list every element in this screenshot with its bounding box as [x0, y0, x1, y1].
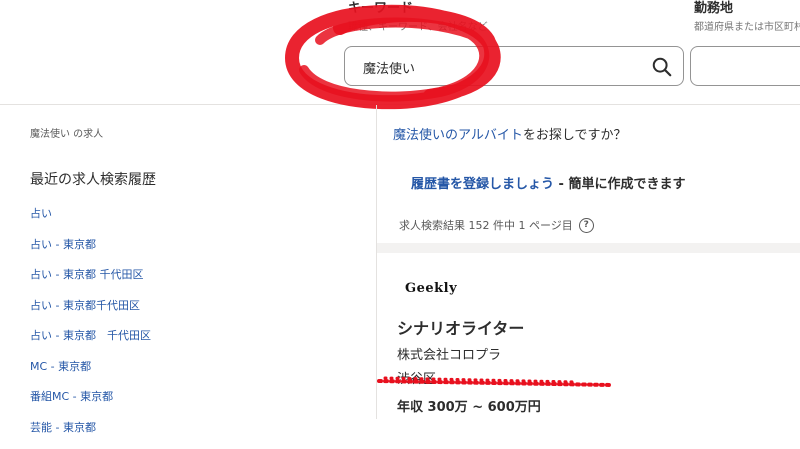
- resume-line: 履歴書を登録しましょう - 簡単に作成できます: [411, 173, 685, 192]
- left-sidebar: 魔法使い の求人 最近の求人検索履歴 占い 占い - 東京都 占い - 東京都 …: [0, 105, 376, 419]
- recent-search-link[interactable]: 芸能 - 東京都: [30, 419, 151, 449]
- result-count: 求人検索結果 152 件中 1 ページ目 ?: [399, 217, 594, 233]
- keyword-search-input[interactable]: 魔法使い: [344, 46, 684, 86]
- job-card[interactable]: Geekly シナリオライター 株式会社コロプラ 渋谷区 年収 300万 ~ 6…: [377, 253, 800, 419]
- resume-link[interactable]: 履歴書を登録しましょう: [411, 177, 554, 192]
- recent-search-link[interactable]: 占い - 東京都千代田区: [30, 297, 151, 328]
- keyword-hint: 職種、キーワード、会社名など: [348, 18, 488, 33]
- recent-searches-list: 占い 占い - 東京都 占い - 東京都 千代田区 占い - 東京都千代田区 占…: [30, 205, 151, 449]
- search-header: キーワード 職種、キーワード、会社名など 勤務地 都道府県または市区町村 魔法使…: [0, 0, 800, 105]
- recent-search-link[interactable]: 占い: [30, 205, 151, 236]
- job-title[interactable]: シナリオライター: [397, 315, 524, 339]
- help-icon[interactable]: ?: [579, 218, 594, 233]
- promo-link[interactable]: 魔法使いのアルバイト: [393, 128, 523, 143]
- result-count-text: 求人検索結果 152 件中 1 ページ目: [399, 217, 573, 233]
- company-logo: Geekly: [405, 281, 457, 296]
- recent-search-link[interactable]: 占い - 東京都 千代田区: [30, 266, 151, 297]
- location-hint: 都道府県または市区町村: [694, 18, 800, 33]
- recent-search-link[interactable]: 占い - 東京都: [30, 236, 151, 267]
- keyword-label: キーワード: [348, 0, 413, 16]
- location-search-input[interactable]: [690, 46, 800, 86]
- recent-search-link[interactable]: 番組MC - 東京都: [30, 388, 151, 419]
- company-name: 株式会社コロプラ: [397, 344, 501, 363]
- salary: 年収 300万 ~ 600万円: [397, 396, 541, 415]
- keyword-value[interactable]: 魔法使い: [363, 58, 415, 77]
- breadcrumb: 魔法使い の求人: [30, 125, 103, 140]
- promo-line: 魔法使いのアルバイトをお探しですか？: [393, 124, 627, 143]
- search-icon[interactable]: [651, 56, 673, 78]
- job-location: 渋谷区: [397, 368, 436, 387]
- promo-text: をお探しですか？: [523, 128, 627, 143]
- section-separator: [377, 243, 800, 253]
- resume-text: - 簡単に作成できます: [554, 177, 685, 192]
- recent-search-link[interactable]: MC - 東京都: [30, 358, 151, 389]
- location-label: 勤務地: [694, 0, 733, 16]
- recent-search-link[interactable]: 占い - 東京都 千代田区: [30, 327, 151, 358]
- recent-searches-title: 最近の求人検索履歴: [30, 169, 156, 189]
